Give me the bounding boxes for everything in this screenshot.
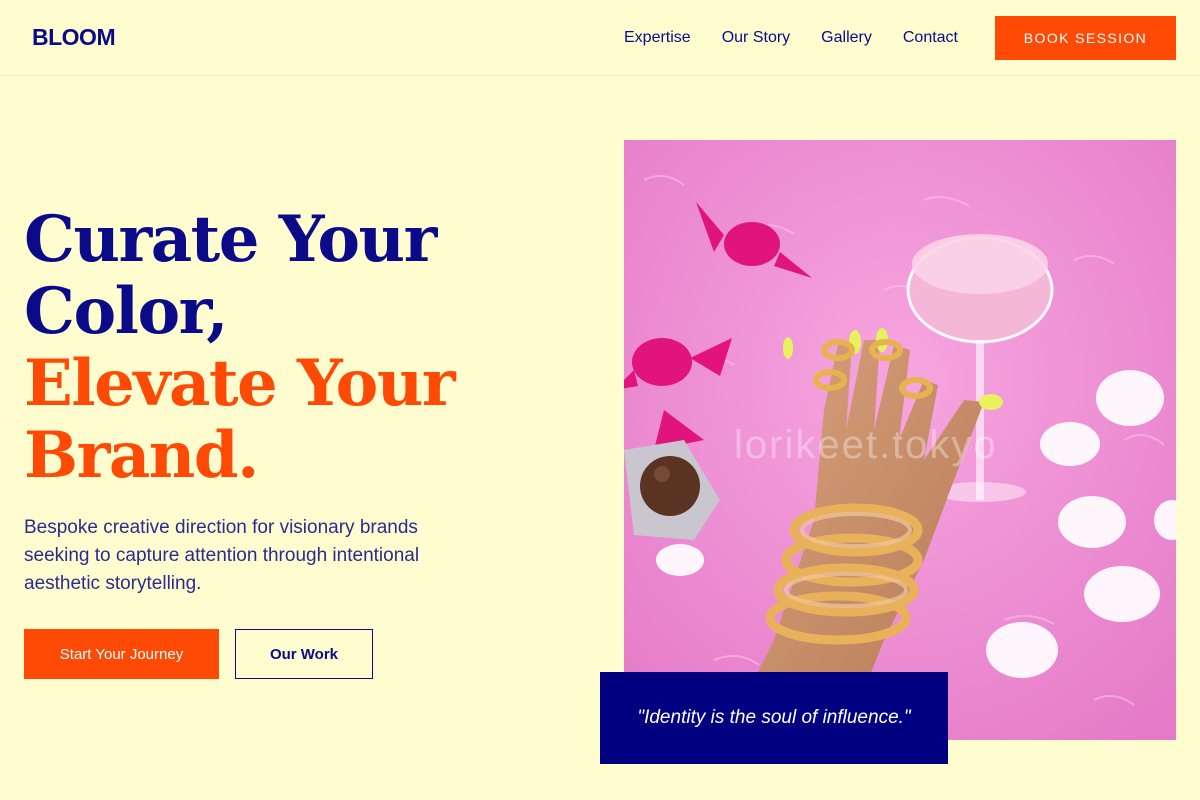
hero-photo-illustration: lorikeet.tokyo [624, 140, 1176, 740]
image-watermark: lorikeet.tokyo [734, 423, 998, 467]
hero-title-line-1: Curate Your [24, 202, 437, 277]
hero-title-line-3: Elevate Your [24, 346, 456, 421]
nav-link-our-story[interactable]: Our Story [722, 28, 790, 48]
main-nav: Expertise Our Story Gallery Contact [624, 28, 989, 48]
book-session-button[interactable]: BOOK SESSION [995, 16, 1176, 60]
nav-link-expertise[interactable]: Expertise [624, 28, 691, 48]
hero-title-line-4: Brand. [24, 418, 259, 493]
hero-subtitle: Bespoke creative direction for visionary… [24, 517, 420, 594]
our-work-button[interactable]: Our Work [235, 629, 373, 679]
start-journey-button[interactable]: Start Your Journey [24, 629, 219, 679]
logo[interactable]: BLOOM [32, 24, 116, 51]
quote-box: "Identity is the soul of influence." [600, 672, 948, 764]
quote-text: "Identity is the soul of influence." [637, 707, 911, 728]
nav-link-gallery[interactable]: Gallery [821, 28, 872, 48]
hero-image: lorikeet.tokyo [624, 140, 1176, 740]
hero-title: Curate Your Color, Elevate Your Brand. [24, 204, 544, 492]
hero-title-line-2: Color, [24, 274, 228, 349]
site-header: BLOOM Expertise Our Story Gallery Contac… [0, 0, 1200, 76]
nav-link-contact[interactable]: Contact [903, 28, 958, 48]
